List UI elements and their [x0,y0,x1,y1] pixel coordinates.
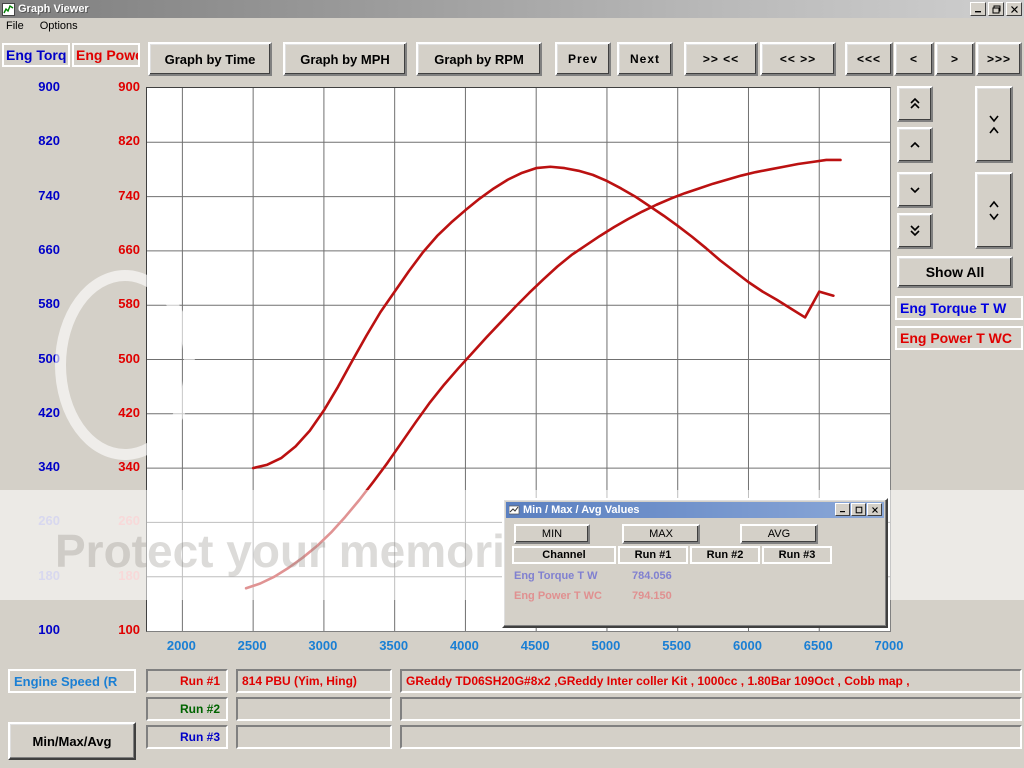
column-header-run2[interactable]: Run #2 [690,546,760,564]
y-tick-power-340: 340 [118,459,140,475]
toolbar: Eng Torq Eng Powe Graph by Time Graph by … [0,40,1024,78]
x-tick-6000: 6000 [733,638,762,653]
y-tick-torque-260: 260 [38,513,60,529]
page-left-button[interactable]: <<< [845,42,893,76]
zoom-in-x-button[interactable]: >> << [684,42,758,76]
cell-channel-power: Eng Power T WC [514,590,602,602]
y-tick-torque-900: 900 [38,79,60,94]
run-label-1[interactable]: Run #1 [146,669,228,693]
column-header-channel[interactable]: Channel [512,546,616,564]
series-line-torque [251,165,835,470]
y-tick-torque-500: 500 [38,350,60,366]
x-tick-2500: 2500 [237,638,267,653]
y-tick-power-500: 500 [118,350,140,366]
max-button[interactable]: MAX [622,524,700,544]
x-tick-4000: 4000 [449,638,479,653]
y-tick-torque-740: 740 [38,187,60,203]
graph-by-rpm-button[interactable]: Graph by RPM [416,42,542,76]
prev-button[interactable]: Prev [555,42,611,76]
scroll-up-button[interactable] [897,127,933,163]
column-header-run3[interactable]: Run #3 [762,546,832,564]
graph-by-mph-button[interactable]: Graph by MPH [283,42,407,76]
y-tick-torque-340: 340 [38,459,60,475]
cell-run1-torque: 784.056 [632,570,672,582]
y-tick-power-420: 420 [118,404,140,420]
legend-item-power[interactable]: Eng Power T WC [895,326,1023,350]
scroll-down-button[interactable] [897,172,933,208]
dialog-window-controls [835,503,882,516]
step-right-button[interactable]: > [935,42,975,76]
x-tick-7000: 7000 [874,638,904,653]
run-label-3[interactable]: Run #3 [146,725,228,749]
graph-by-time-button[interactable]: Graph by Time [148,42,272,76]
run-notes-3[interactable] [400,725,1022,749]
y-tick-power-900: 900 [118,79,140,94]
restore-icon[interactable] [851,503,866,516]
y-tick-power-180: 180 [118,567,140,583]
minimize-icon[interactable] [970,2,986,16]
dialog-titlebar: Min / Max / Avg Values [506,502,884,518]
chart-icon [508,504,521,516]
min-max-avg-button[interactable]: Min/Max/Avg [8,722,136,760]
window-title: Graph Viewer [18,3,89,15]
engine-speed-field[interactable]: Engine Speed (R [8,669,136,693]
column-header-run1[interactable]: Run #1 [618,546,688,564]
x-tick-2000: 2000 [166,638,196,653]
run-notes-1[interactable]: GReddy TD06SH20G#8x2 ,GReddy Inter colle… [400,669,1022,693]
run-vehicle-1[interactable]: 814 PBU (Yim, Hing) [236,669,392,693]
scroll-bottom-button[interactable] [897,213,933,249]
close-icon[interactable] [1006,2,1022,16]
min-button[interactable]: MIN [514,524,590,544]
min-max-avg-dialog[interactable]: Min / Max / Avg Values MIN MAX AVG Chann… [502,498,888,628]
y-tick-power-580: 580 [118,296,140,312]
page-right-button[interactable]: >>> [976,42,1022,76]
x-tick-5500: 5500 [662,638,692,653]
legend-item-torque[interactable]: Eng Torque T W [895,296,1023,320]
run-vehicle-3[interactable] [236,725,392,749]
channel-torque-box[interactable]: Eng Torq [2,43,70,67]
y-tick-torque-420: 420 [38,404,60,420]
run-notes-2[interactable] [400,697,1022,721]
dialog-title: Min / Max / Avg Values [523,504,640,516]
y-tick-torque-180: 180 [38,567,60,583]
run-vehicle-2[interactable] [236,697,392,721]
menu-item-options[interactable]: Options [40,20,78,32]
window-controls [970,2,1022,16]
y-tick-power-260: 260 [118,513,140,529]
window-titlebar: Graph Viewer [0,0,1024,18]
x-tick-3500: 3500 [379,638,409,653]
y-tick-power-660: 660 [118,241,140,257]
y-tick-power-100: 100 [118,622,140,637]
run-label-2[interactable]: Run #2 [146,697,228,721]
zoom-out-y-button[interactable] [975,86,1013,163]
restore-icon[interactable] [988,2,1004,16]
x-tick-6500: 6500 [803,638,833,653]
scroll-top-button[interactable] [897,86,933,122]
y-tick-torque-580: 580 [38,296,60,312]
graph-icon [2,2,15,16]
zoom-out-x-button[interactable]: << >> [760,42,836,76]
y-tick-torque-100: 100 [38,622,60,637]
zoom-in-y-button[interactable] [975,172,1013,249]
show-all-button[interactable]: Show All [897,256,1013,288]
menu-bar: File Options [0,18,1024,34]
y-tick-torque-820: 820 [38,133,60,149]
cell-channel-torque: Eng Torque T W [514,570,598,582]
y-tick-power-740: 740 [118,187,140,203]
step-left-button[interactable]: < [894,42,934,76]
avg-button[interactable]: AVG [740,524,818,544]
next-button[interactable]: Next [617,42,673,76]
cell-run1-power: 794.150 [632,590,672,602]
close-icon[interactable] [867,503,882,516]
x-tick-4500: 4500 [520,638,550,653]
minimize-icon[interactable] [835,503,850,516]
y-tick-torque-660: 660 [38,241,60,257]
menu-item-file[interactable]: File [6,20,24,32]
x-tick-5000: 5000 [591,638,621,653]
x-tick-3000: 3000 [308,638,338,653]
y-tick-power-820: 820 [118,133,140,149]
channel-power-box[interactable]: Eng Powe [72,43,140,67]
